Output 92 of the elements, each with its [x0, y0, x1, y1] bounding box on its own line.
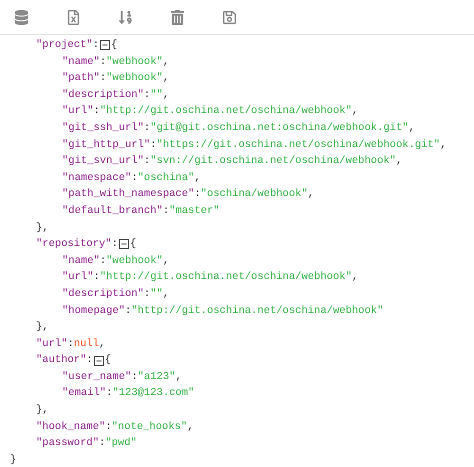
- colon: :: [94, 104, 100, 120]
- comma: ,: [408, 120, 415, 136]
- colon: :: [99, 436, 106, 452]
- colon: :: [150, 138, 157, 153]
- colon: :: [100, 71, 106, 86]
- json-key: "homepage": [62, 302, 126, 320]
- colon: :: [100, 54, 106, 70]
- json-value: "git@git.oschina.net:oschina/webhook.git": [150, 120, 409, 136]
- collapse-icon[interactable]: [118, 239, 129, 250]
- json-value: "http://git.oschina.net/oschina/webhook": [131, 304, 384, 318]
- comma: ,: [308, 187, 314, 202]
- json-value: "": [150, 88, 163, 103]
- json-key: "git_http_url": [62, 136, 150, 154]
- colon: :: [144, 88, 150, 103]
- json-value: "pwd": [105, 436, 137, 452]
- comma: ,: [396, 154, 402, 170]
- comma: ,: [352, 270, 358, 286]
- comma: ,: [162, 88, 170, 103]
- colon: :: [105, 420, 112, 435]
- json-value: "https://git.oschina.net/oschina/webhook.git": [156, 138, 440, 153]
- open-brace: {: [130, 237, 136, 252]
- json-key: "project": [36, 37, 93, 54]
- json-value: "webhook": [106, 254, 163, 269]
- json-value: "svn://git.oschina.net/oschina/webhook": [150, 154, 396, 170]
- close-brace: },: [36, 220, 49, 236]
- colon: :: [131, 170, 138, 186]
- json-key: "author": [36, 352, 86, 369]
- colon: :: [112, 237, 118, 252]
- json-value: "note_hooks": [112, 420, 188, 435]
- close-brace: }: [10, 452, 16, 467]
- json-value: "webhook": [106, 71, 163, 86]
- colon: :: [92, 38, 100, 53]
- comma: ,: [440, 138, 446, 153]
- colon: :: [100, 254, 106, 269]
- comma: ,: [162, 71, 170, 86]
- json-key: "namespace": [62, 170, 132, 186]
- json-key: "path_with_namespace": [62, 186, 194, 203]
- comma: ,: [162, 286, 170, 302]
- json-value: "oschina": [138, 170, 194, 186]
- colon: :: [162, 204, 170, 219]
- json-value: "a123": [138, 370, 176, 385]
- json-key: "hook_name": [36, 418, 106, 436]
- comma: ,: [187, 420, 194, 435]
- colon: :: [131, 370, 138, 385]
- json-value: "master": [169, 204, 220, 219]
- json-key: "name": [62, 252, 100, 270]
- json-value: "123@123.com": [112, 386, 194, 402]
- colon: :: [194, 187, 201, 202]
- json-value: "http://git.oschina.net/oschina/webhook": [100, 104, 352, 120]
- comma: ,: [162, 54, 170, 70]
- colon: :: [144, 286, 150, 302]
- comma: ,: [194, 170, 201, 186]
- colon: :: [144, 154, 150, 170]
- database-icon[interactable]: [12, 8, 30, 26]
- colon: :: [125, 304, 132, 318]
- null-value: null: [74, 336, 100, 352]
- json-key: "url": [62, 103, 94, 120]
- json-key: "description": [62, 286, 144, 302]
- json-key: "repository": [36, 236, 112, 253]
- json-key: "name": [62, 54, 100, 70]
- colon: :: [94, 270, 100, 286]
- open-brace: {: [111, 38, 118, 53]
- comma: ,: [162, 254, 170, 269]
- save-icon[interactable]: [220, 8, 238, 26]
- json-value: "oschina/webhook": [200, 187, 308, 202]
- json-value: "": [150, 286, 163, 302]
- json-key: "url": [36, 336, 68, 352]
- comma: ,: [352, 104, 358, 120]
- json-key: "path": [62, 70, 100, 87]
- colon: :: [106, 386, 112, 402]
- json-key: "git_svn_url": [62, 153, 144, 170]
- comma: ,: [99, 336, 106, 352]
- collapse-icon[interactable]: [94, 356, 104, 366]
- json-key: "default_branch": [62, 202, 163, 220]
- json-key: "password": [36, 435, 100, 452]
- close-brace: },: [36, 403, 49, 418]
- trash-icon[interactable]: [168, 8, 186, 26]
- json-value: "http://git.oschina.net/oschina/webhook": [100, 270, 352, 286]
- colon: :: [68, 336, 74, 352]
- json-key: "email": [62, 385, 106, 402]
- json-key: "user_name": [62, 368, 132, 386]
- colon: :: [86, 353, 93, 368]
- json-key: "url": [62, 269, 94, 286]
- colon: :: [144, 120, 150, 136]
- collapse-icon[interactable]: [100, 40, 110, 50]
- sort-numeric-icon[interactable]: [116, 8, 134, 26]
- open-brace: {: [104, 353, 112, 368]
- comma: ,: [175, 370, 182, 385]
- close-brace: },: [36, 320, 49, 336]
- json-key: "description": [62, 86, 144, 104]
- json-value: "webhook": [106, 54, 163, 70]
- json-key: "git_ssh_url": [62, 120, 144, 137]
